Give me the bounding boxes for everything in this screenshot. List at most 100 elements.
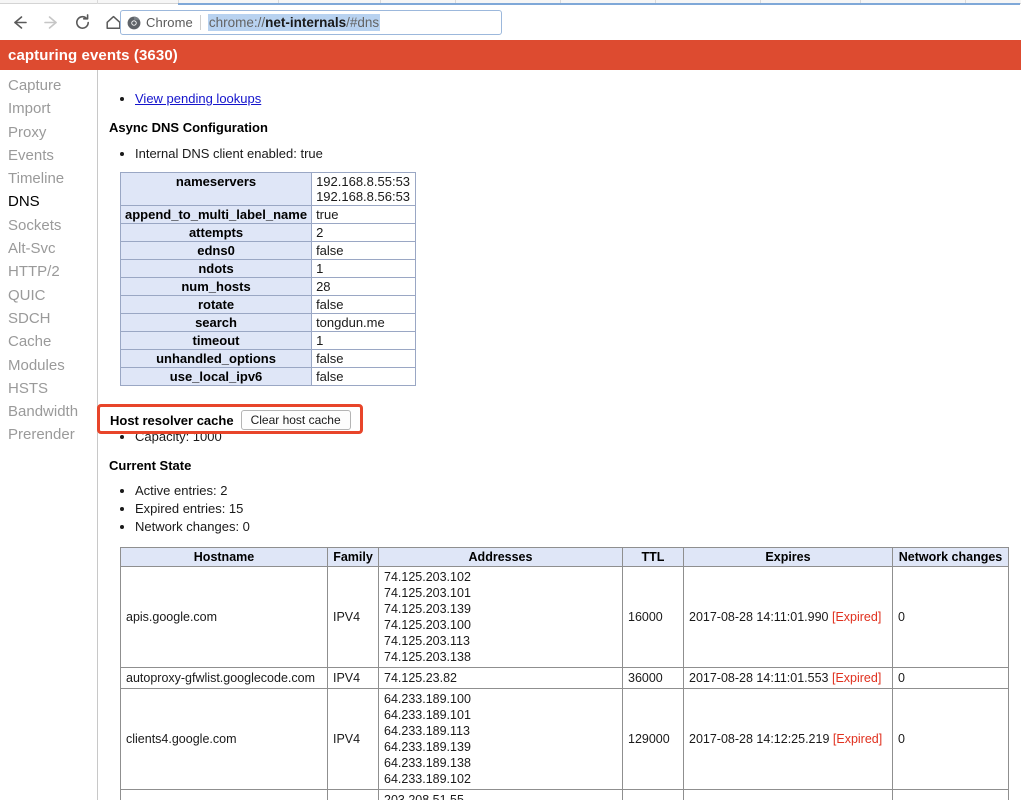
table-row: use_local_ipv6 false bbox=[119, 367, 417, 386]
config-key: rotate bbox=[119, 295, 313, 314]
sidebar-item-sdch[interactable]: SDCH bbox=[0, 307, 97, 330]
sidebar-item-prerender[interactable]: Prerender bbox=[0, 423, 97, 446]
config-value: 1 bbox=[311, 331, 417, 350]
column-header-network-changes: Network changes bbox=[892, 547, 1009, 567]
table-row: ndots 1 bbox=[119, 259, 417, 278]
cell-ttl: 36000 bbox=[622, 667, 684, 689]
config-key: nameservers bbox=[119, 172, 313, 206]
config-value: false bbox=[311, 241, 417, 260]
capacity-list: Capacity: 1000 bbox=[109, 428, 1021, 446]
expires-timestamp: 2017-08-28 14:12:25.219 bbox=[689, 732, 830, 746]
sidebar-item-quic[interactable]: QUIC bbox=[0, 284, 97, 307]
cell-expires: 2017-08-28 14:11:01.553 [Expired] bbox=[683, 667, 893, 689]
address-line: 74.125.203.102 bbox=[384, 570, 471, 584]
column-header-addresses: Addresses bbox=[378, 547, 623, 567]
browser-chrome: Chrome chrome://net-internals/#dns bbox=[0, 0, 1021, 40]
host-resolver-cache-title: Host resolver cache bbox=[110, 412, 234, 428]
config-key: timeout bbox=[119, 331, 313, 350]
sidebar-item-bandwidth[interactable]: Bandwidth bbox=[0, 400, 97, 423]
url-scheme: chrome:// bbox=[208, 15, 266, 30]
column-header-ttl: TTL bbox=[622, 547, 684, 567]
table-row: num_hosts 28 bbox=[119, 277, 417, 296]
cell-family: IPV4 bbox=[327, 688, 379, 790]
sidebar-item-dns[interactable]: DNS bbox=[0, 190, 97, 213]
cell-addresses: 74.125.23.82 bbox=[378, 667, 623, 689]
current-state-list: Active entries: 2 Expired entries: 15 Ne… bbox=[109, 482, 1021, 536]
forward-arrow-icon bbox=[38, 9, 64, 35]
list-item: Network changes: 0 bbox=[135, 518, 1021, 536]
table-row: autoproxy-gfwlist.googlecode.com IPV4 74… bbox=[120, 667, 1009, 689]
table-row: attempts 2 bbox=[119, 223, 417, 242]
cell-addresses: 64.233.189.100 64.233.189.101 64.233.189… bbox=[378, 688, 623, 790]
table-row: append_to_multi_label_name true bbox=[119, 205, 417, 224]
sidebar-item-hsts[interactable]: HSTS bbox=[0, 377, 97, 400]
sidebar-item-capture[interactable]: Capture bbox=[0, 74, 97, 97]
address-line: 64.233.189.113 bbox=[384, 724, 470, 738]
sidebar-item-alt-svc[interactable]: Alt-Svc bbox=[0, 237, 97, 260]
address-bar[interactable]: Chrome chrome://net-internals/#dns bbox=[120, 10, 502, 35]
cell-network-changes: 0 bbox=[892, 667, 1009, 689]
cell-ttl: 16000 bbox=[622, 566, 684, 668]
view-pending-lookups-link[interactable]: View pending lookups bbox=[135, 91, 261, 106]
table-row: clients4.google.com IPV4 64.233.189.100 … bbox=[120, 688, 1009, 790]
column-header-hostname: Hostname bbox=[120, 547, 328, 567]
cell-expires bbox=[683, 789, 893, 800]
host-resolver-cache-row: Host resolver cache Clear host cache bbox=[110, 410, 351, 430]
expires-timestamp: 2017-08-28 14:11:01.553 bbox=[689, 671, 829, 685]
sidebar-item-http2[interactable]: HTTP/2 bbox=[0, 260, 97, 283]
cell-addresses: 74.125.203.102 74.125.203.101 74.125.203… bbox=[378, 566, 623, 668]
address-line: 74.125.203.101 bbox=[384, 586, 471, 600]
sidebar-item-modules[interactable]: Modules bbox=[0, 354, 97, 377]
config-value: false bbox=[311, 295, 417, 314]
list-item: Internal DNS client enabled: true bbox=[135, 145, 1021, 163]
expired-badge: [Expired] bbox=[831, 610, 882, 624]
clear-host-cache-button[interactable]: Clear host cache bbox=[240, 410, 351, 430]
cell-network-changes: 0 bbox=[892, 566, 1009, 668]
config-value: 28 bbox=[311, 277, 417, 296]
sidebar-item-timeline[interactable]: Timeline bbox=[0, 167, 97, 190]
cell-hostname bbox=[120, 789, 328, 800]
table-row: edns0 false bbox=[119, 241, 417, 260]
config-value: 192.168.8.55:53 192.168.8.56:53 bbox=[311, 172, 417, 206]
sidebar-item-proxy[interactable]: Proxy bbox=[0, 121, 97, 144]
tab-seam bbox=[97, 0, 98, 4]
list-item: Active entries: 2 bbox=[135, 482, 1021, 500]
omnibox-chrome-label: Chrome bbox=[146, 15, 193, 30]
address-line: 64.233.189.102 bbox=[384, 772, 471, 786]
expired-badge: [Expired] bbox=[831, 671, 882, 685]
list-item: Capacity: 1000 bbox=[135, 428, 1021, 446]
omnibox-url-text[interactable]: chrome://net-internals/#dns bbox=[207, 14, 381, 31]
dns-panel: View pending lookups Async DNS Configura… bbox=[99, 70, 1021, 800]
back-arrow-icon[interactable] bbox=[6, 9, 32, 35]
cell-hostname: autoproxy-gfwlist.googlecode.com bbox=[120, 667, 328, 689]
table-row: timeout 1 bbox=[119, 331, 417, 350]
pending-lookups-list: View pending lookups bbox=[109, 90, 1021, 108]
internal-dns-client-list: Internal DNS client enabled: true bbox=[109, 145, 1021, 163]
sidebar-nav: Capture Import Proxy Events Timeline DNS… bbox=[0, 70, 98, 800]
address-line: 64.233.189.138 bbox=[384, 756, 471, 770]
list-item: View pending lookups bbox=[135, 90, 1021, 108]
expired-badge: [Expired] bbox=[832, 732, 883, 746]
config-value: false bbox=[311, 367, 417, 386]
table-row: rotate false bbox=[119, 295, 417, 314]
cell-hostname: clients4.google.com bbox=[120, 688, 328, 790]
async-dns-config-table: nameservers 192.168.8.55:53 192.168.8.56… bbox=[119, 172, 417, 386]
cell-hostname: apis.google.com bbox=[120, 566, 328, 668]
table-row: search tongdun.me bbox=[119, 313, 417, 332]
column-header-expires: Expires bbox=[683, 547, 893, 567]
current-state-heading: Current State bbox=[109, 458, 192, 473]
cell-family: IPV4 bbox=[327, 566, 379, 668]
omnibox-chrome-badge: Chrome bbox=[127, 15, 193, 30]
capture-status-text: capturing events (3630) bbox=[8, 46, 178, 64]
sidebar-item-events[interactable]: Events bbox=[0, 144, 97, 167]
table-row: apis.google.com IPV4 74.125.203.102 74.1… bbox=[120, 566, 1009, 668]
cell-expires: 2017-08-28 14:11:01.990 [Expired] bbox=[683, 566, 893, 668]
tab-strip[interactable] bbox=[0, 0, 1021, 6]
address-line: 203.208.51.55 bbox=[384, 793, 464, 800]
sidebar-item-sockets[interactable]: Sockets bbox=[0, 214, 97, 237]
column-header-family: Family bbox=[327, 547, 379, 567]
reload-icon[interactable] bbox=[69, 9, 95, 35]
cell-family bbox=[327, 789, 379, 800]
sidebar-item-cache[interactable]: Cache bbox=[0, 330, 97, 353]
sidebar-item-import[interactable]: Import bbox=[0, 97, 97, 120]
